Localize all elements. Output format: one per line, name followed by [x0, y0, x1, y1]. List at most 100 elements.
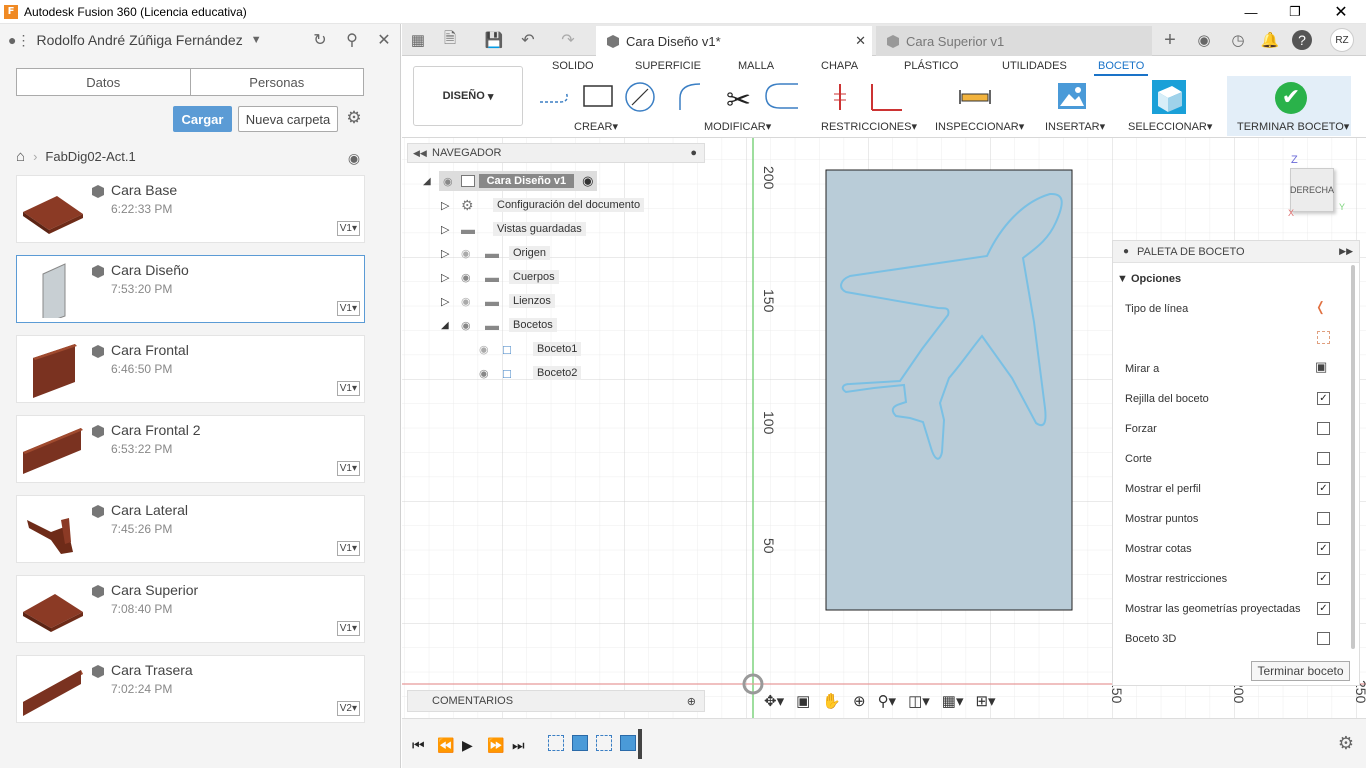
- tab-cara-diseno[interactable]: Cara Diseño v1* ✕: [596, 26, 872, 56]
- search-icon[interactable]: ⚲: [342, 30, 362, 50]
- version-dropdown[interactable]: V1▾: [336, 621, 360, 636]
- notifications-icon[interactable]: 🔔: [1260, 30, 1280, 50]
- pan-icon[interactable]: ✋: [822, 692, 841, 710]
- new-tab-icon[interactable]: +: [1160, 29, 1180, 51]
- maximize-button[interactable]: ❐: [1272, 0, 1318, 24]
- group-terminar-boceto[interactable]: TERMINAR BOCETO▾: [1237, 120, 1349, 133]
- avatar[interactable]: RZ: [1330, 28, 1354, 52]
- expand-icon[interactable]: ▷: [441, 223, 461, 236]
- undo-icon[interactable]: ↶: [518, 30, 538, 50]
- expand-icon[interactable]: ▷: [441, 295, 461, 308]
- close-tab-icon[interactable]: ✕: [855, 33, 866, 49]
- tab-utilidades[interactable]: UTILIDADES: [1002, 60, 1067, 72]
- eye-hidden-icon[interactable]: ◉: [461, 247, 485, 260]
- group-restricciones[interactable]: RESTRICCIONES▾: [821, 120, 917, 133]
- load-button[interactable]: Cargar: [173, 106, 232, 132]
- file-card[interactable]: Cara Trasera 7:02:24 PM V2▾: [16, 655, 365, 723]
- eye-icon[interactable]: ◉: [461, 319, 485, 332]
- grid-settings-icon[interactable]: ▦▾: [942, 692, 964, 710]
- play-icon[interactable]: ▶: [462, 737, 473, 754]
- linetype-icon[interactable]: ❬: [1315, 299, 1326, 315]
- sketch-3d-checkbox[interactable]: [1317, 632, 1330, 645]
- construction-icon[interactable]: [1317, 331, 1330, 344]
- tab-personas[interactable]: Personas: [189, 69, 364, 95]
- create-tools-icon[interactable]: [536, 80, 656, 114]
- skip-start-icon[interactable]: ⏮: [412, 737, 425, 754]
- gear-icon[interactable]: ⚙: [1338, 733, 1354, 754]
- slice-checkbox[interactable]: [1317, 452, 1330, 465]
- file-menu-icon[interactable]: 🗎: [440, 30, 460, 50]
- tab-solido[interactable]: SOLIDO: [552, 60, 594, 72]
- expand-icon[interactable]: ◢: [423, 176, 439, 187]
- collapse-tree-icon[interactable]: ◢: [441, 320, 461, 331]
- globe-icon[interactable]: ◉: [344, 148, 364, 168]
- skip-end-icon[interactable]: ⏭: [512, 737, 525, 754]
- viewcube[interactable]: DERECHA: [1290, 168, 1334, 212]
- zoom-icon[interactable]: ⊕: [853, 692, 866, 710]
- tree-item[interactable]: ▷ ▬ Vistas guardadas: [441, 219, 586, 239]
- gear-icon[interactable]: ⚙: [344, 108, 364, 128]
- timeline-marker[interactable]: [638, 729, 642, 759]
- eye-icon[interactable]: ◉: [461, 271, 485, 284]
- help-icon[interactable]: ?: [1292, 30, 1312, 50]
- expand-icon[interactable]: ▷: [441, 199, 461, 212]
- step-forward-icon[interactable]: ⏩: [487, 737, 504, 754]
- online-status-icon[interactable]: ◉: [1194, 30, 1214, 50]
- tree-item[interactable]: ▷ ◉ ▬ Lienzos: [441, 291, 555, 311]
- show-dimensions-checkbox[interactable]: ✓: [1317, 542, 1330, 555]
- finish-sketch-button[interactable]: Terminar boceto: [1251, 661, 1350, 681]
- version-dropdown[interactable]: V1▾: [336, 381, 360, 396]
- comments-panel[interactable]: COMENTARIOS ⊕: [407, 690, 705, 712]
- group-crear[interactable]: CREAR▾: [574, 120, 618, 133]
- group-modificar[interactable]: MODIFICAR▾: [704, 120, 771, 133]
- timeline-sketch-icon[interactable]: [596, 735, 612, 751]
- tab-boceto[interactable]: BOCETO: [1094, 56, 1149, 76]
- job-status-icon[interactable]: ◷: [1228, 30, 1248, 50]
- group-inspeccionar[interactable]: INSPECCIONAR▾: [935, 120, 1024, 133]
- minus-icon[interactable]: ●: [1123, 246, 1129, 257]
- eye-icon[interactable]: ◉: [479, 367, 503, 380]
- minus-icon[interactable]: ●: [690, 147, 697, 159]
- file-card[interactable]: Cara Frontal 2 6:53:22 PM V1▾: [16, 415, 365, 483]
- redo-icon[interactable]: ↷: [558, 30, 578, 50]
- tab-superficie[interactable]: SUPERFICIE: [635, 60, 701, 72]
- checkmark-icon[interactable]: ✔: [1275, 82, 1307, 114]
- look-at-icon[interactable]: ▣: [796, 692, 810, 710]
- version-dropdown[interactable]: V1▾: [336, 541, 360, 556]
- eye-icon[interactable]: ◉: [443, 175, 453, 188]
- show-profile-checkbox[interactable]: ✓: [1317, 482, 1330, 495]
- viewports-icon[interactable]: ⊞▾: [975, 692, 995, 710]
- version-dropdown[interactable]: V1▾: [336, 301, 360, 316]
- options-section[interactable]: ▼ Opciones: [1117, 273, 1181, 285]
- select-icon[interactable]: [1148, 80, 1188, 116]
- tree-item[interactable]: ◉ □ Boceto2: [479, 363, 582, 383]
- save-icon[interactable]: 💾: [484, 30, 504, 50]
- close-icon[interactable]: ✕: [374, 30, 394, 50]
- insert-image-icon[interactable]: [1057, 82, 1087, 110]
- tree-root[interactable]: ◢ ◉ Cara Diseño v1 ◉: [423, 171, 598, 191]
- show-constraints-checkbox[interactable]: ✓: [1317, 572, 1330, 585]
- minimize-button[interactable]: —: [1228, 0, 1274, 24]
- breadcrumb-folder[interactable]: FabDig02-Act.1: [45, 149, 135, 164]
- tab-chapa[interactable]: CHAPA: [821, 60, 858, 72]
- file-card[interactable]: Cara Diseño 7:53:20 PM V1▾: [16, 255, 365, 323]
- chevron-down-icon[interactable]: ▼: [251, 34, 262, 46]
- tab-datos[interactable]: Datos: [17, 69, 190, 95]
- show-projected-checkbox[interactable]: ✓: [1317, 602, 1330, 615]
- fit-icon[interactable]: ⚲▾: [878, 692, 897, 710]
- collapse-icon[interactable]: ◀◀: [413, 148, 427, 159]
- version-dropdown[interactable]: V1▾: [336, 461, 360, 476]
- activate-icon[interactable]: ◉: [582, 173, 593, 189]
- tree-item[interactable]: ▷ ◉ ▬ Origen: [441, 243, 551, 263]
- step-back-icon[interactable]: ⏪: [437, 737, 454, 754]
- tab-malla[interactable]: MALLA: [738, 60, 774, 72]
- group-seleccionar[interactable]: SELECCIONAR▾: [1128, 120, 1212, 133]
- timeline-extrude-icon[interactable]: [572, 735, 588, 751]
- eye-hidden-icon[interactable]: ◉: [479, 343, 503, 356]
- snap-checkbox[interactable]: [1317, 422, 1330, 435]
- tree-item[interactable]: ◢ ◉ ▬ Bocetos: [441, 315, 557, 335]
- add-comment-icon[interactable]: ⊕: [687, 695, 696, 708]
- timeline-sketch-icon[interactable]: [548, 735, 564, 751]
- navigator-header[interactable]: ◀◀ NAVEGADOR ●: [407, 143, 705, 163]
- home-icon[interactable]: ⌂: [16, 148, 25, 165]
